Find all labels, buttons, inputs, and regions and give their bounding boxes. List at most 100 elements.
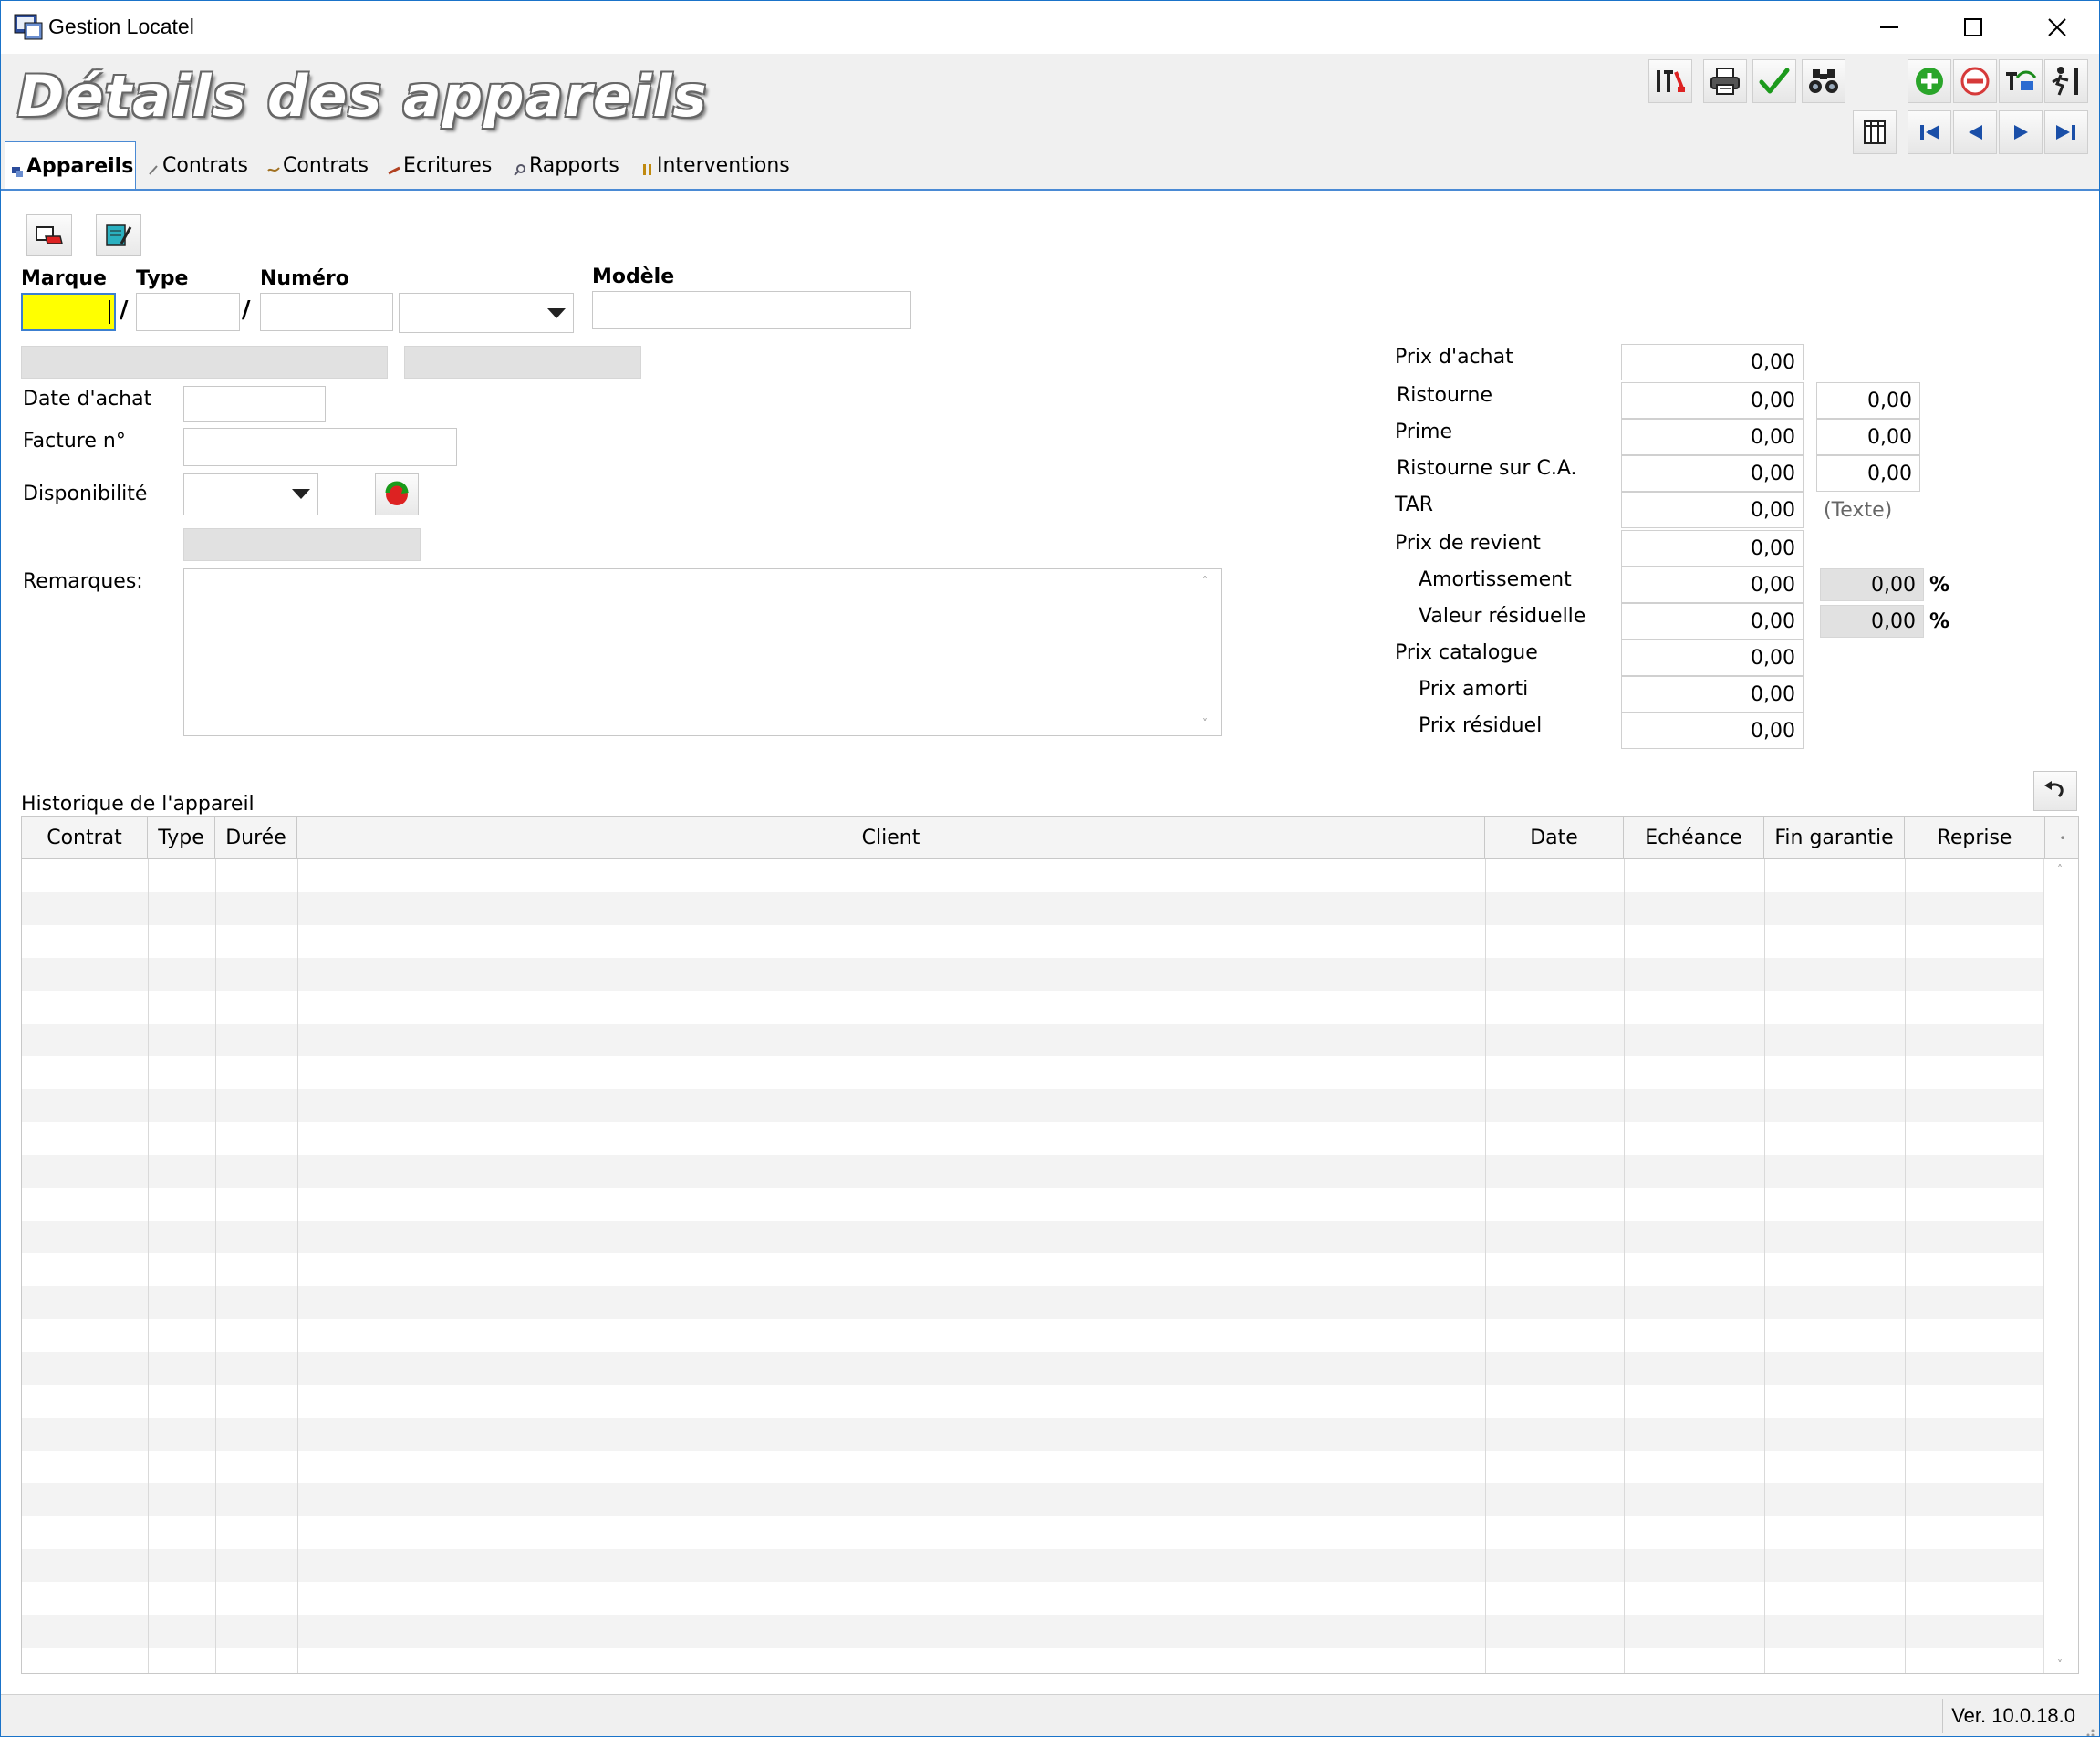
- table-row[interactable]: [22, 1549, 2043, 1582]
- table-row[interactable]: [22, 1516, 2043, 1549]
- exit-button[interactable]: [2044, 59, 2088, 103]
- tab-appareils[interactable]: Appareils: [5, 141, 136, 191]
- table-row[interactable]: [22, 1024, 2043, 1056]
- ristourne-ca-pct-value[interactable]: 0,00: [1816, 455, 1920, 492]
- column-header-echeance[interactable]: Echéance: [1624, 817, 1764, 859]
- tab-label: Contrats: [283, 153, 369, 177]
- table-row[interactable]: [22, 1483, 2043, 1516]
- table-row[interactable]: [22, 1615, 2043, 1648]
- close-button[interactable]: [2015, 1, 2099, 54]
- table-row[interactable]: [22, 958, 2043, 991]
- table-row[interactable]: [22, 1056, 2043, 1089]
- prix-catalogue-value[interactable]: 0,00: [1621, 640, 1804, 676]
- edit-device-button[interactable]: [96, 214, 141, 256]
- refresh-disponibilite-button[interactable]: [375, 473, 419, 515]
- report-icon: [514, 159, 526, 176]
- table-row[interactable]: [22, 1451, 2043, 1483]
- amortissement-label: Amortissement: [1419, 568, 1572, 591]
- disponibilite-description-display: [183, 528, 421, 561]
- valeur-residuelle-value[interactable]: 0,00: [1621, 603, 1804, 640]
- table-scrollbar[interactable]: ˄ ˅: [2043, 859, 2078, 1673]
- scroll-up-icon: ˄: [2057, 863, 2063, 876]
- page-title: Détails des appareils: [17, 63, 708, 130]
- column-header-reprise[interactable]: Reprise: [1905, 817, 2045, 859]
- table-row[interactable]: [22, 991, 2043, 1024]
- table-row[interactable]: [22, 1155, 2043, 1188]
- table-row[interactable]: [22, 1385, 2043, 1418]
- table-row[interactable]: [22, 1352, 2043, 1385]
- validate-button[interactable]: [1752, 59, 1796, 103]
- prime-value[interactable]: 0,00: [1621, 419, 1804, 455]
- type-label: Type: [136, 267, 189, 290]
- table-row[interactable]: [22, 1418, 2043, 1451]
- prix-achat-value[interactable]: 0,00: [1621, 344, 1804, 380]
- edit-document-icon: [106, 224, 132, 246]
- column-header-date[interactable]: Date: [1485, 817, 1624, 859]
- marque-input[interactable]: [21, 293, 116, 331]
- column-header-duree[interactable]: Durée: [215, 817, 297, 859]
- tab-interventions[interactable]: Interventions: [636, 141, 809, 189]
- prime-pct-value[interactable]: 0,00: [1816, 419, 1920, 455]
- column-header-client[interactable]: Client: [297, 817, 1485, 859]
- disponibilite-label: Disponibilité: [23, 483, 148, 505]
- table-row[interactable]: [22, 1122, 2043, 1155]
- table-row[interactable]: [22, 1188, 2043, 1221]
- column-header-type[interactable]: Type: [148, 817, 215, 859]
- column-header-contrat[interactable]: Contrat: [22, 817, 148, 859]
- undo-button[interactable]: [2033, 771, 2077, 811]
- disponibilite-select[interactable]: [183, 473, 318, 515]
- search-button[interactable]: [1802, 59, 1845, 103]
- tab-contrats-1[interactable]: Contrats: [141, 141, 258, 189]
- facture-input[interactable]: [183, 428, 457, 466]
- tab-contrats-2[interactable]: Contrats: [262, 141, 379, 189]
- maximize-button[interactable]: [1931, 1, 2015, 54]
- column-header-fin-garantie[interactable]: Fin garantie: [1764, 817, 1905, 859]
- prix-revient-value[interactable]: 0,00: [1621, 530, 1804, 567]
- table-row[interactable]: [22, 1286, 2043, 1319]
- ristourne-value[interactable]: 0,00: [1621, 382, 1804, 419]
- table-row[interactable]: [22, 925, 2043, 958]
- tar-value[interactable]: 0,00: [1621, 492, 1804, 528]
- prix-residuel-value[interactable]: 0,00: [1621, 712, 1804, 749]
- add-button[interactable]: [1908, 59, 1951, 103]
- tools-icon: [641, 159, 654, 175]
- numero-suffix-select[interactable]: [399, 293, 574, 333]
- print-button[interactable]: [1703, 59, 1747, 103]
- chevron-down-icon: [292, 489, 310, 499]
- table-body: [22, 859, 2043, 1673]
- tab-ecritures[interactable]: Ecritures: [382, 141, 501, 189]
- ristourne-pct-value[interactable]: 0,00: [1816, 382, 1920, 419]
- table-row[interactable]: [22, 1089, 2043, 1122]
- device-action-button[interactable]: [26, 214, 72, 256]
- table-row[interactable]: [22, 1582, 2043, 1615]
- type-input[interactable]: [136, 293, 240, 331]
- column-chooser-icon[interactable]: •: [2045, 817, 2078, 859]
- tools-button[interactable]: [1648, 59, 1692, 103]
- prix-amorti-value[interactable]: 0,00: [1621, 676, 1804, 712]
- separator-1: /: [120, 296, 129, 324]
- modele-label: Modèle: [592, 265, 675, 288]
- column-divider: [1485, 859, 1486, 1673]
- remarques-scrollbar[interactable]: ˄ ˅: [1193, 569, 1221, 735]
- tab-label: Appareils: [26, 155, 134, 178]
- amortissement-value[interactable]: 0,00: [1621, 567, 1804, 603]
- valeur-residuelle-pct-sign: %: [1929, 610, 1950, 633]
- table-row[interactable]: [22, 1221, 2043, 1253]
- tab-rapports[interactable]: Rapports: [508, 141, 627, 189]
- numero-input[interactable]: [260, 293, 393, 331]
- table-row[interactable]: [22, 1253, 2043, 1286]
- table-row[interactable]: [22, 859, 2043, 892]
- tools-icon: [1657, 70, 1685, 92]
- modele-input[interactable]: [592, 291, 911, 329]
- minimize-button[interactable]: [1847, 1, 1931, 54]
- remarques-textarea[interactable]: ˄ ˅: [183, 568, 1222, 736]
- filter-button[interactable]: [1999, 59, 2043, 103]
- date-achat-input[interactable]: [183, 386, 326, 422]
- table-row[interactable]: [22, 892, 2043, 925]
- resize-grip-icon[interactable]: [2083, 1720, 2095, 1736]
- delete-button[interactable]: [1953, 59, 1997, 103]
- printer-icon: [1710, 68, 1740, 95]
- table-row[interactable]: [22, 1319, 2043, 1352]
- history-title: Historique de l'appareil: [21, 793, 255, 816]
- ristourne-ca-value[interactable]: 0,00: [1621, 455, 1804, 492]
